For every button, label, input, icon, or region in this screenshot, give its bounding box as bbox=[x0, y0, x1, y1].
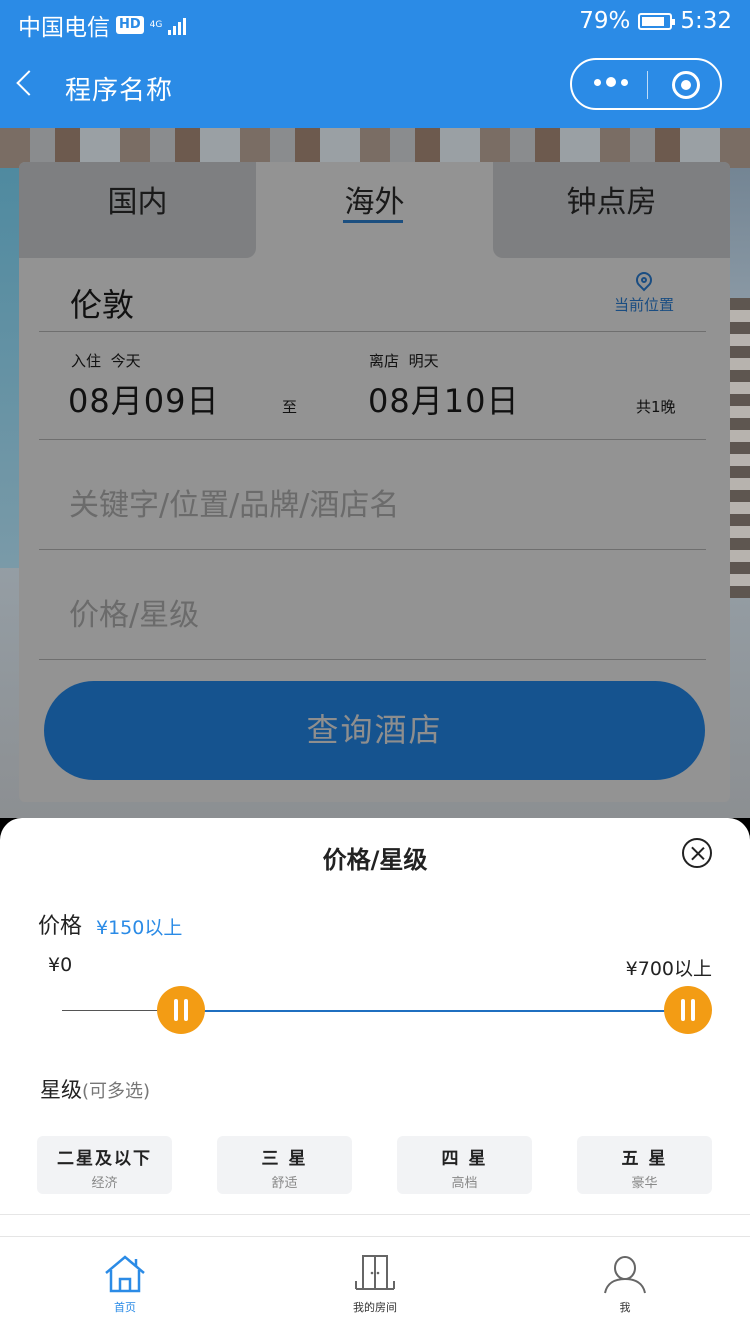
signal-icon bbox=[168, 15, 187, 35]
date-separator: 至 bbox=[282, 398, 298, 416]
search-hotel-button[interactable]: 查询酒店 bbox=[44, 681, 705, 780]
divider bbox=[39, 331, 706, 332]
price-max-label: ¥700以上 bbox=[625, 958, 712, 980]
checkout-date[interactable]: 08月10日 bbox=[368, 376, 519, 422]
more-options-icon[interactable] bbox=[594, 77, 628, 87]
tab-overseas[interactable]: 海外 bbox=[256, 162, 493, 258]
region-tabs: 国内 海外 钟点房 bbox=[19, 162, 730, 258]
tab-label: 首页 bbox=[114, 1301, 136, 1314]
active-tab-underline bbox=[343, 220, 403, 223]
divider bbox=[39, 659, 706, 660]
bottom-tab-bar: 首页 我的房间 我 bbox=[0, 1236, 750, 1334]
battery-percent: 79% bbox=[579, 8, 631, 34]
tab-my-room[interactable]: 我的房间 bbox=[250, 1237, 500, 1334]
current-location-label: 当前位置 bbox=[613, 296, 674, 314]
back-arrow-icon[interactable] bbox=[16, 70, 42, 96]
location-pin-icon bbox=[632, 268, 656, 292]
network-type: 4G bbox=[149, 20, 163, 30]
checkin-label: 入住 今天 bbox=[71, 352, 141, 370]
star-option-five[interactable]: 五 星 豪华 bbox=[577, 1136, 712, 1194]
price-min-label: ¥0 bbox=[48, 954, 73, 976]
hotel-search-card: 国内 海外 钟点房 伦敦 当前位置 入住 今天 08月09日 至 离店 明天 0… bbox=[19, 162, 730, 802]
divider bbox=[0, 1214, 750, 1215]
tab-label: 海外 bbox=[344, 185, 405, 220]
close-miniprogram-icon[interactable] bbox=[672, 71, 700, 99]
tab-label: 钟点房 bbox=[566, 185, 657, 220]
clock-time: 5:32 bbox=[680, 8, 732, 34]
star-options: 二星及以下 经济 三 星 舒适 四 星 高档 五 星 豪华 bbox=[37, 1136, 712, 1194]
tab-home[interactable]: 首页 bbox=[0, 1237, 250, 1334]
capsule-divider bbox=[647, 71, 648, 99]
star-sub-label: (可多选) bbox=[82, 1081, 151, 1102]
price-star-input[interactable]: 价格/星级 bbox=[69, 590, 199, 634]
mini-program-capsule bbox=[570, 58, 722, 110]
star-label: 星级(可多选) bbox=[40, 1078, 151, 1102]
city-name[interactable]: 伦敦 bbox=[70, 280, 134, 326]
tab-label: 国内 bbox=[107, 185, 168, 220]
star-option-four[interactable]: 四 星 高档 bbox=[397, 1136, 532, 1194]
battery-icon bbox=[638, 12, 676, 30]
nights-count: 共1晚 bbox=[636, 398, 676, 416]
user-icon bbox=[604, 1256, 646, 1294]
keyword-input[interactable]: 关键字/位置/品牌/酒店名 bbox=[69, 480, 399, 524]
divider bbox=[39, 549, 706, 550]
tab-me[interactable]: 我 bbox=[500, 1237, 750, 1334]
nav-bar: 程序名称 bbox=[0, 44, 750, 128]
price-slider-range bbox=[181, 1010, 688, 1012]
star-option-three[interactable]: 三 星 舒适 bbox=[217, 1136, 352, 1194]
checkin-date[interactable]: 08月09日 bbox=[68, 376, 219, 422]
status-bar: 中国电信 HD 4G 79% 5:32 bbox=[0, 0, 750, 44]
price-slider-max-handle[interactable] bbox=[664, 986, 712, 1034]
door-icon bbox=[355, 1255, 395, 1290]
tab-label: 我 bbox=[619, 1301, 631, 1314]
close-icon[interactable] bbox=[682, 838, 712, 868]
hd-badge: HD bbox=[116, 16, 144, 34]
carrier-name: 中国电信 bbox=[18, 15, 110, 41]
star-option-two-or-below[interactable]: 二星及以下 经济 bbox=[37, 1136, 172, 1194]
price-star-sheet: 价格/星级 价格 ¥150以上 ¥0 ¥700以上 星级(可多选) 二星及以下 … bbox=[0, 818, 750, 1238]
page-title: 程序名称 bbox=[65, 76, 174, 106]
sheet-title: 价格/星级 bbox=[322, 846, 428, 874]
divider bbox=[39, 439, 706, 440]
current-location-button[interactable]: 当前位置 bbox=[609, 268, 679, 315]
tab-domestic[interactable]: 国内 bbox=[19, 162, 256, 258]
price-slider-min-handle[interactable] bbox=[157, 986, 205, 1034]
home-icon bbox=[105, 1255, 145, 1293]
price-value: ¥150以上 bbox=[96, 917, 183, 939]
checkout-label: 离店 明天 bbox=[369, 352, 439, 370]
price-label: 价格 bbox=[38, 914, 83, 939]
tab-label: 我的房间 bbox=[353, 1301, 397, 1314]
tab-hourly[interactable]: 钟点房 bbox=[493, 162, 730, 258]
